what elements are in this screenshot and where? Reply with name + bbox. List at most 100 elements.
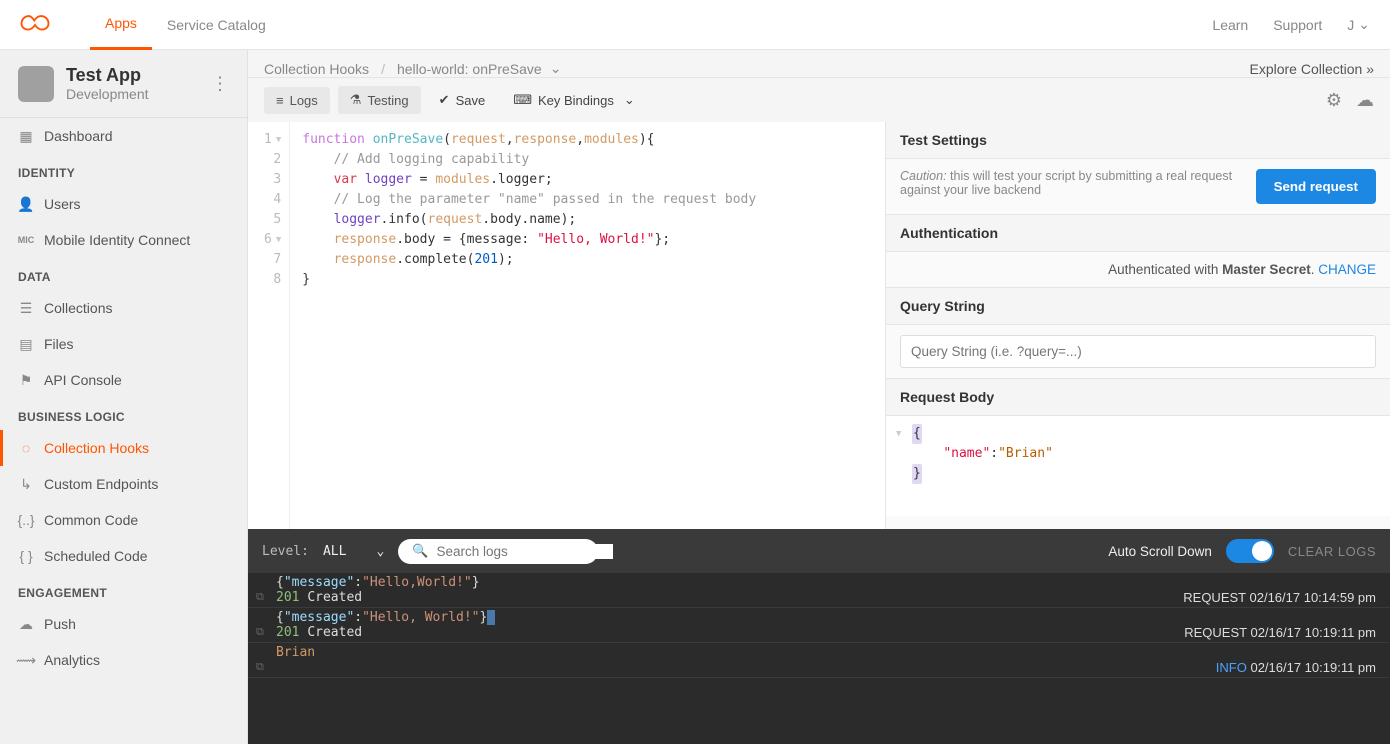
- clear-logs-button[interactable]: CLEAR LOGS: [1288, 544, 1376, 559]
- chevron-down-icon: ⌄: [1358, 16, 1370, 33]
- sidebar-item-label: Analytics: [44, 652, 100, 668]
- sidebar-item-label: Mobile Identity Connect: [44, 232, 190, 248]
- log-entry: {"message":"Hello, World!"} ⧉201 Created…: [248, 608, 1390, 643]
- sidebar-item-push[interactable]: ☁ Push: [0, 606, 247, 642]
- breadcrumb-root[interactable]: Collection Hooks: [264, 61, 369, 77]
- copy-icon[interactable]: ⧉: [256, 590, 264, 604]
- log-entry: {"message":"Hello,World!"} ⧉201 CreatedR…: [248, 573, 1390, 608]
- user-menu[interactable]: J ⌄: [1347, 16, 1370, 33]
- logo-icon: [20, 13, 50, 37]
- keyboard-icon: ⌨: [513, 92, 532, 108]
- list-icon: ☰: [18, 300, 34, 316]
- flask-icon: ⚗: [350, 92, 362, 108]
- top-nav: Apps Service Catalog Learn Support J ⌄: [0, 0, 1390, 50]
- send-request-button[interactable]: Send request: [1256, 169, 1376, 204]
- logs-toolbar: Level: ALL⌄ 🔍 Auto Scroll Down CLEAR LOG…: [248, 529, 1390, 573]
- tab-service-catalog[interactable]: Service Catalog: [152, 0, 281, 50]
- sidebar-section-bl: BUSINESS LOGIC: [0, 398, 247, 430]
- sidebar-item-files[interactable]: ▤ Files: [0, 326, 247, 362]
- sidebar-item-collection-hooks[interactable]: ◌ Collection Hooks: [0, 430, 247, 466]
- code-body[interactable]: function onPreSave(request,response,modu…: [290, 122, 768, 529]
- copy-icon[interactable]: ⧉: [256, 660, 264, 674]
- breadcrumb-sep: /: [381, 61, 385, 77]
- autoscroll-toggle[interactable]: [1226, 539, 1274, 563]
- sidebar-section-data: DATA: [0, 258, 247, 290]
- mic-icon: MIC: [18, 232, 34, 248]
- sidebar-section-identity: IDENTITY: [0, 154, 247, 186]
- app-header: Test App Development ⋮: [0, 50, 247, 118]
- explore-collection-link[interactable]: Explore Collection »: [1249, 61, 1374, 77]
- chevron-down-icon: ⌄: [624, 92, 635, 108]
- log-search-input[interactable]: [436, 544, 613, 559]
- test-panel: Test Settings Caution: this will test yo…: [885, 122, 1390, 529]
- sidebar-item-label: Common Code: [44, 512, 138, 528]
- file-icon: ▤: [18, 336, 34, 352]
- gear-icon[interactable]: ⚙: [1326, 90, 1342, 111]
- toolbar: ≡Logs ⚗Testing ✔Save ⌨Key Bindings⌄ ⚙ ☁: [248, 78, 1390, 122]
- autoscroll-label: Auto Scroll Down: [1108, 544, 1212, 559]
- chevron-down-icon: ⌄: [376, 544, 384, 559]
- keybindings-button[interactable]: ⌨Key Bindings⌄: [503, 86, 645, 114]
- app-menu-button[interactable]: ⋮: [211, 73, 229, 94]
- push-icon: ☁: [18, 616, 34, 632]
- sidebar-item-label: Dashboard: [44, 128, 113, 144]
- sidebar-item-label: Users: [44, 196, 81, 212]
- schedule-icon: { }: [18, 548, 34, 564]
- sidebar-item-label: Push: [44, 616, 76, 632]
- dashboard-icon: ▦: [18, 128, 34, 144]
- save-button[interactable]: ✔Save: [429, 86, 496, 114]
- sidebar-item-label: Collections: [44, 300, 112, 316]
- logs-panel: Level: ALL⌄ 🔍 Auto Scroll Down CLEAR LOG…: [248, 529, 1390, 744]
- analytics-icon: ⟿: [18, 652, 34, 668]
- sidebar-section-engagement: ENGAGEMENT: [0, 574, 247, 606]
- level-label: Level:: [262, 544, 309, 559]
- app-icon: [18, 66, 54, 102]
- breadcrumb: Collection Hooks / hello-world: onPreSav…: [248, 50, 1390, 78]
- code-editor[interactable]: 1▼ 2 3 4 5 6▼ 7 8 function onPreSave(req…: [248, 122, 885, 529]
- sidebar-item-collections[interactable]: ☰ Collections: [0, 290, 247, 326]
- query-string-input[interactable]: [900, 335, 1376, 368]
- cloud-icon[interactable]: ☁: [1356, 90, 1374, 111]
- request-body-editor[interactable]: ▼{ "name": "Brian" }: [886, 416, 1390, 516]
- sidebar-item-scheduled-code[interactable]: { } Scheduled Code: [0, 538, 247, 574]
- search-icon: 🔍: [412, 544, 428, 559]
- console-icon: ⚑: [18, 372, 34, 388]
- app-title: Test App: [66, 65, 149, 86]
- sidebar-item-label: API Console: [44, 372, 122, 388]
- user-initial: J: [1347, 17, 1354, 33]
- request-body-header: Request Body: [886, 379, 1390, 416]
- change-auth-link[interactable]: CHANGE: [1318, 262, 1376, 277]
- app-env: Development: [66, 86, 149, 102]
- sidebar-item-api-console[interactable]: ⚑ API Console: [0, 362, 247, 398]
- hook-icon: ◌: [18, 440, 34, 456]
- main: Collection Hooks / hello-world: onPreSav…: [248, 50, 1390, 744]
- gutter: 1▼ 2 3 4 5 6▼ 7 8: [248, 122, 290, 529]
- endpoint-icon: ↳: [18, 476, 34, 492]
- sidebar-item-label: Files: [44, 336, 74, 352]
- sidebar-item-mic[interactable]: MIC Mobile Identity Connect: [0, 222, 247, 258]
- level-dropdown[interactable]: ALL⌄: [323, 544, 384, 559]
- user-icon: 👤: [18, 196, 34, 212]
- learn-link[interactable]: Learn: [1212, 17, 1248, 33]
- sidebar-item-custom-endpoints[interactable]: ↳ Custom Endpoints: [0, 466, 247, 502]
- sidebar-item-label: Collection Hooks: [44, 440, 149, 456]
- copy-icon[interactable]: ⧉: [256, 625, 264, 639]
- sidebar-item-label: Scheduled Code: [44, 548, 148, 564]
- support-link[interactable]: Support: [1273, 17, 1322, 33]
- testing-button[interactable]: ⚗Testing: [338, 86, 421, 114]
- sidebar-item-dashboard[interactable]: ▦ Dashboard: [0, 118, 247, 154]
- chevron-down-icon[interactable]: ⌄: [550, 60, 562, 77]
- sidebar-item-common-code[interactable]: {..} Common Code: [0, 502, 247, 538]
- auth-status: Authenticated with Master Secret. CHANGE: [900, 262, 1376, 277]
- breadcrumb-current[interactable]: hello-world: onPreSave: [397, 61, 542, 77]
- logs-button[interactable]: ≡Logs: [264, 87, 330, 114]
- sidebar: Test App Development ⋮ ▦ Dashboard IDENT…: [0, 50, 248, 744]
- caution-text: Caution: this will test your script by s…: [900, 169, 1244, 197]
- tab-apps[interactable]: Apps: [90, 0, 152, 50]
- sidebar-item-analytics[interactable]: ⟿ Analytics: [0, 642, 247, 678]
- logs-icon: ≡: [276, 93, 284, 108]
- log-search[interactable]: 🔍: [398, 539, 598, 564]
- sidebar-item-label: Custom Endpoints: [44, 476, 158, 492]
- log-body[interactable]: {"message":"Hello,World!"} ⧉201 CreatedR…: [248, 573, 1390, 744]
- sidebar-item-users[interactable]: 👤 Users: [0, 186, 247, 222]
